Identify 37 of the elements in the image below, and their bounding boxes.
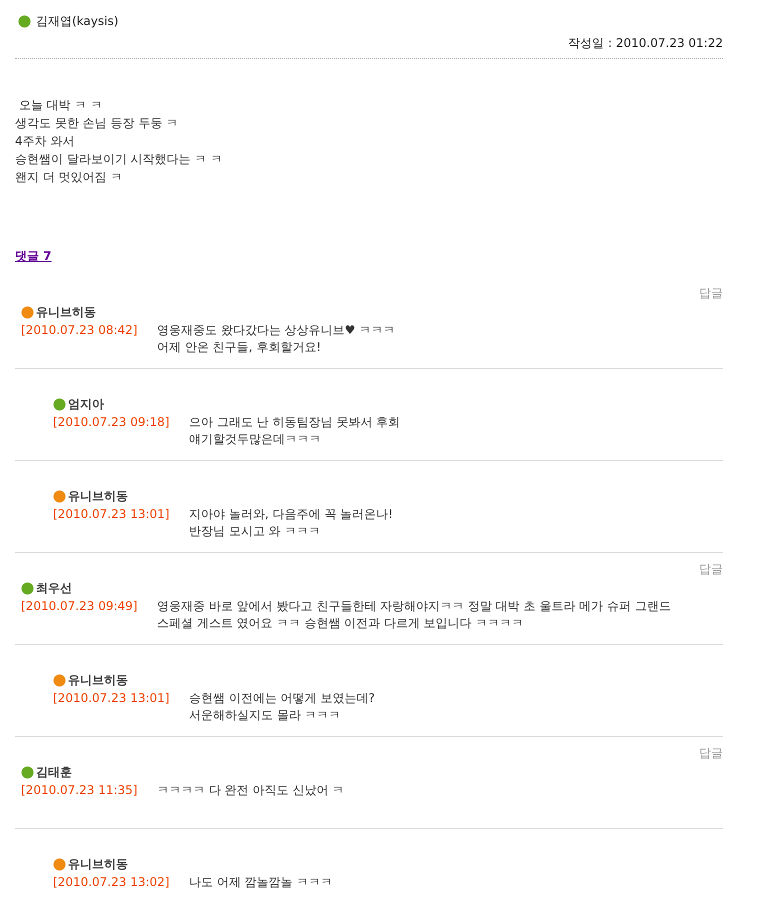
commenter-name: 김태훈 [36,764,72,780]
comment-text-line: 영웅재중 바로 앞에서 봤다고 친구들한테 자랑해야지ㅋㅋ 정말 대박 초 울트라 메가 슈퍼 그랜드 [157,598,671,615]
comment-text-line: 어제 안온 친구들, 후회할거요! [157,339,322,356]
comment-text-line: ㅋㅋㅋㅋ 다 완전 아직도 신났어 ㅋ [157,782,344,799]
comment-text-line: 승현쌤 이전에는 어떻게 보였는데? [189,690,375,707]
post-text-line: 오늘 대박 ㅋ ㅋ [18,97,104,114]
comment-date: [2010.07.23 09:49] [21,598,138,615]
commenter-name: 엄지아 [68,396,104,412]
reply-link[interactable]: 답글 [699,561,723,577]
post-date: 작성일 : 2010.07.23 01:22 [568,35,723,51]
commenter-name: 유니브히동 [68,856,128,872]
reply-link[interactable]: 답글 [699,285,723,301]
commenter-name: 유니브히동 [68,672,128,688]
post-text-line: 4주차 와서 [15,133,76,150]
commenter-name: 최우선 [36,580,72,596]
comment-date: [2010.07.23 13:02] [53,874,170,891]
comment-text-line: 으아 그래도 난 히동팀장님 못봐서 후회 [189,414,400,431]
author-name: 김재엽(kaysis) [36,12,118,30]
comment-date: [2010.07.23 13:01] [53,690,170,707]
comment-date: [2010.07.23 11:35] [21,782,138,799]
reply-link[interactable]: 답글 [699,745,723,761]
comment-text-line: 영웅재중도 왔다갔다는 상상유니브♥ ㅋㅋㅋ [157,322,396,339]
comment-text-line: 서운해하실지도 몰라 ㅋㅋㅋ [189,707,342,724]
commenter-name: 유니브히동 [68,488,128,504]
comment-text-line: 얘기할것두많은데ㅋㅋㅋ [189,431,322,448]
comment-text-line: 나도 어제 깜놀깜놀 ㅋㅋㅋ [189,874,332,891]
comments-link[interactable]: 댓글 7 [15,248,52,265]
comment-date: [2010.07.23 08:42] [21,322,138,339]
comment-date: [2010.07.23 13:01] [53,506,170,523]
comment-text-line: 지아야 놀러와, 다음주에 꼭 놀러온나! [189,506,393,523]
post-text-line: 생각도 못한 손님 등장 두둥 ㅋ [15,115,180,132]
post-text-line: 승현쌤이 달라보이기 시작했다는 ㅋ ㅋ [15,151,224,168]
commenter-name: 유니브히동 [36,304,96,320]
comment-text-line: 반장님 모시고 와 ㅋㅋㅋ [189,523,322,540]
post-text-line: 왠지 더 멋있어짐 ㅋ [15,169,124,186]
comment-date: [2010.07.23 09:18] [53,414,170,431]
comment-text-line: 스페셜 게스트 였어요 ㅋㅋ 승현쌤 이전과 다르게 보입니다 ㅋㅋㅋㅋ [157,615,525,632]
